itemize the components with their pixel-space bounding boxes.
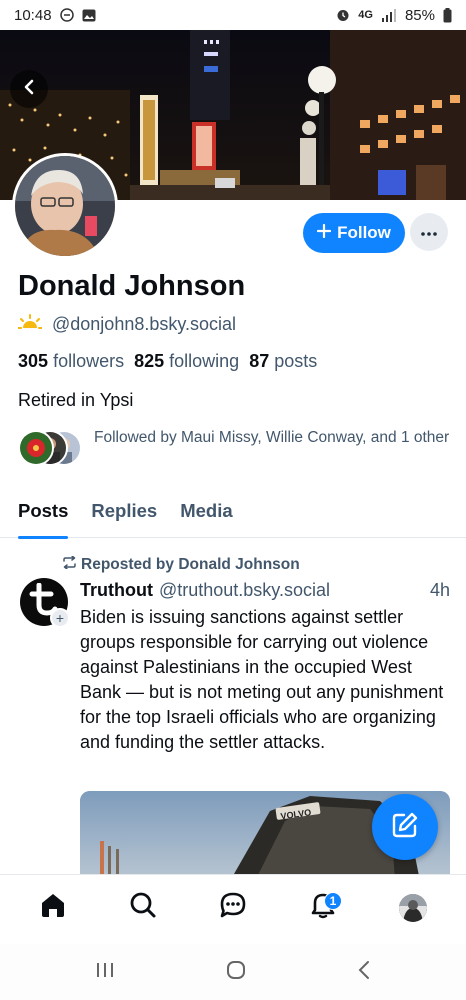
- follow-button[interactable]: Follow: [303, 213, 405, 253]
- profile-tabs: Posts Replies Media: [0, 496, 466, 539]
- nav-home[interactable]: [28, 883, 78, 933]
- gallery-icon: [82, 9, 96, 22]
- search-icon: [129, 891, 157, 924]
- profile-bio: Retired in Ypsi: [18, 390, 134, 410]
- network-type: 4G: [358, 9, 373, 21]
- tab-media[interactable]: Media: [180, 496, 232, 538]
- following-stat[interactable]: 825 following: [134, 351, 239, 372]
- followers-stat[interactable]: 305 followers: [18, 351, 124, 372]
- nav-notifications[interactable]: 1: [298, 883, 348, 933]
- battery-level: 85%: [404, 6, 435, 24]
- signal-icon: [381, 8, 397, 22]
- bottom-navigation: 1: [0, 874, 466, 940]
- nav-profile[interactable]: [388, 883, 438, 933]
- notification-badge: 1: [324, 891, 342, 910]
- post-timestamp[interactable]: 4h: [430, 580, 450, 601]
- display-name: Donald Johnson: [18, 270, 246, 302]
- recent-apps-icon[interactable]: [95, 961, 115, 984]
- post-handle[interactable]: @truthout.bsky.social: [159, 580, 430, 601]
- posts-stat: 87 posts: [249, 351, 318, 371]
- nav-search[interactable]: [118, 883, 168, 933]
- minus-circle-icon: [59, 8, 74, 22]
- tab-replies[interactable]: Replies: [91, 496, 157, 538]
- followers-avatar-stack: [18, 430, 82, 466]
- repost-indicator[interactable]: Reposted by Donald Johnson: [62, 555, 300, 574]
- profile-avatar-small: [399, 893, 427, 922]
- back-button[interactable]: [10, 70, 48, 108]
- home-icon: [39, 891, 67, 924]
- plus-icon: [316, 223, 332, 243]
- follower-avatar: [18, 430, 54, 466]
- system-navigation-bar: [0, 944, 466, 1000]
- repost-label: Reposted by Donald Johnson: [81, 556, 300, 573]
- home-circle-icon[interactable]: [226, 960, 246, 985]
- handle-row: @donjohn8.bsky.social: [17, 314, 237, 335]
- nav-chat[interactable]: [208, 883, 258, 933]
- compose-icon: [391, 811, 419, 844]
- sun-icon: [17, 314, 43, 335]
- battery-icon: [443, 7, 452, 23]
- alarm-icon: [336, 8, 350, 22]
- chevron-left-icon: [21, 79, 37, 100]
- status-time: 10:48: [14, 6, 52, 24]
- followed-by[interactable]: Followed by Maui Missy, Willie Conway, a…: [18, 428, 454, 466]
- follow-button-label: Follow: [337, 223, 391, 242]
- repost-icon: [62, 555, 77, 574]
- chat-icon: [219, 891, 247, 924]
- profile-stats: 305 followers 825 following 87 posts: [18, 351, 317, 372]
- back-chevron-icon[interactable]: [357, 960, 371, 985]
- post-author[interactable]: Truthout: [80, 580, 153, 601]
- profile-avatar[interactable]: [12, 153, 118, 259]
- more-options-button[interactable]: [410, 213, 448, 251]
- compose-post-button[interactable]: [372, 794, 438, 860]
- follow-plus-icon[interactable]: +: [50, 608, 70, 628]
- followed-by-text: Followed by Maui Missy, Willie Conway, a…: [94, 429, 450, 446]
- ellipsis-icon: [421, 223, 437, 241]
- post-header: Truthout @truthout.bsky.social 4h: [80, 580, 450, 601]
- profile-handle: @donjohn8.bsky.social: [52, 314, 237, 334]
- tab-posts[interactable]: Posts: [18, 496, 69, 539]
- post-text[interactable]: Biden is issuing sanctions against settl…: [80, 605, 450, 755]
- status-bar: 10:48 4G 85%: [0, 0, 466, 30]
